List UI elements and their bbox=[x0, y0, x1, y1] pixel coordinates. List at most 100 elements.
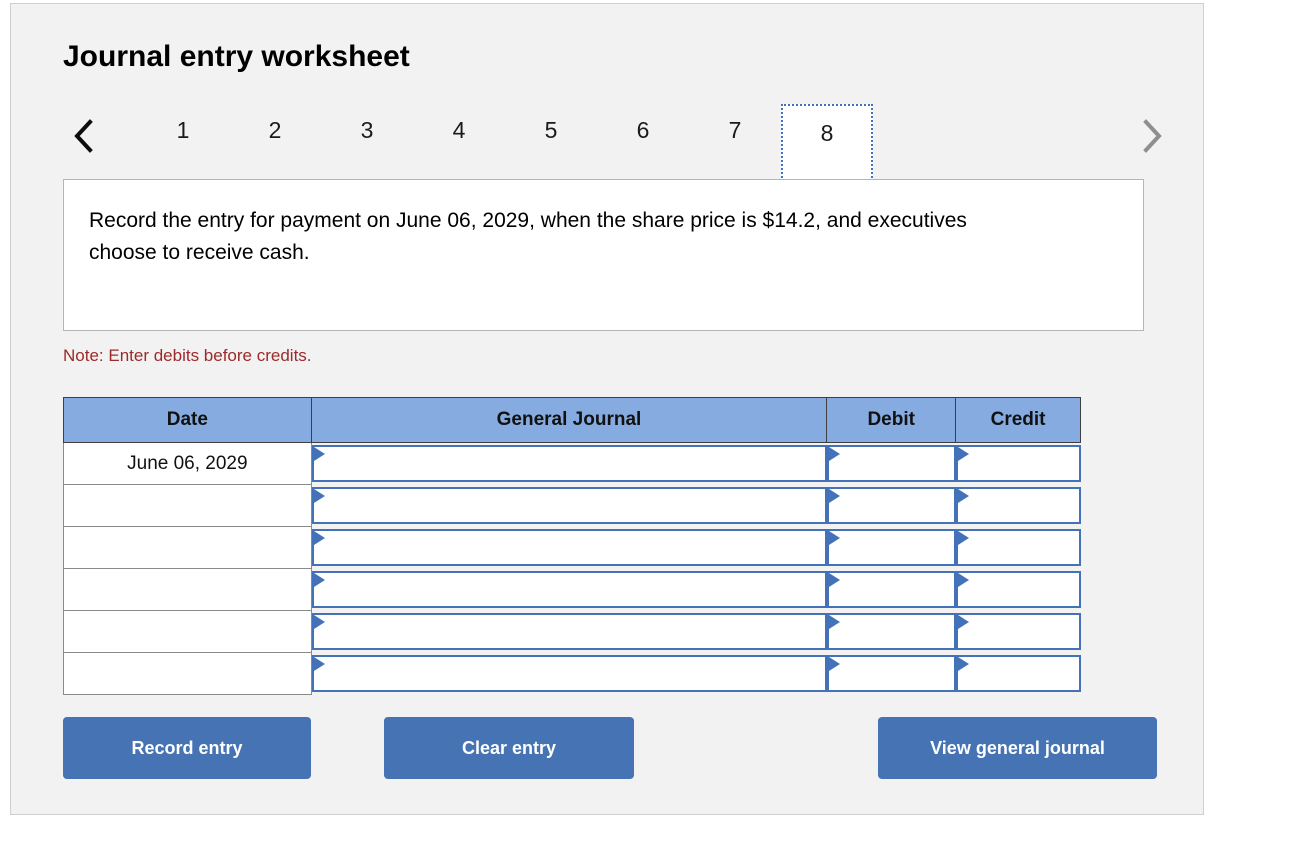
table-row bbox=[63, 652, 1081, 695]
chevron-left-icon bbox=[72, 119, 96, 153]
debit-field[interactable] bbox=[826, 613, 956, 650]
general-journal-cell bbox=[311, 443, 827, 485]
credit-field[interactable] bbox=[955, 655, 1081, 692]
general-journal-cell bbox=[311, 653, 827, 695]
dropdown-triangle-icon bbox=[828, 531, 840, 545]
credit-cell bbox=[955, 569, 1081, 611]
screenshot-root: Journal entry worksheet 1 2 3 4 5 6 7 8 … bbox=[0, 0, 1310, 862]
page-tab-4[interactable]: 4 bbox=[413, 110, 505, 150]
credit-input[interactable] bbox=[971, 447, 1077, 481]
general-journal-field[interactable] bbox=[311, 571, 827, 608]
debit-cell bbox=[826, 653, 956, 695]
dropdown-triangle-icon bbox=[957, 531, 969, 545]
credit-input[interactable] bbox=[971, 489, 1077, 522]
table-header-row: Date General Journal Debit Credit bbox=[63, 397, 1081, 443]
worksheet-card: Journal entry worksheet 1 2 3 4 5 6 7 8 … bbox=[10, 3, 1204, 815]
table-row bbox=[63, 484, 1081, 527]
table-row: June 06, 2029 bbox=[63, 442, 1081, 485]
credit-cell bbox=[955, 653, 1081, 695]
previous-page-button[interactable] bbox=[63, 112, 105, 160]
general-journal-cell bbox=[311, 611, 827, 653]
view-general-journal-button[interactable]: View general journal bbox=[878, 717, 1157, 779]
debit-cell bbox=[826, 485, 956, 527]
page-tab-2[interactable]: 2 bbox=[229, 110, 321, 150]
dropdown-triangle-icon bbox=[828, 657, 840, 671]
credit-cell bbox=[955, 527, 1081, 569]
credit-cell bbox=[955, 611, 1081, 653]
credit-input[interactable] bbox=[971, 573, 1077, 606]
general-journal-field[interactable] bbox=[311, 613, 827, 650]
page-number-list: 1 2 3 4 5 6 7 8 bbox=[137, 104, 873, 182]
page-tab-3[interactable]: 3 bbox=[321, 110, 413, 150]
debit-input[interactable] bbox=[842, 657, 952, 690]
dropdown-triangle-icon bbox=[313, 657, 325, 671]
page-tab-8[interactable]: 8 bbox=[781, 104, 873, 182]
credit-input[interactable] bbox=[971, 531, 1077, 564]
page-tab-7[interactable]: 7 bbox=[689, 110, 781, 150]
dropdown-triangle-icon bbox=[828, 447, 840, 462]
general-journal-input[interactable] bbox=[327, 615, 823, 648]
clear-entry-button[interactable]: Clear entry bbox=[384, 717, 634, 779]
debit-input[interactable] bbox=[842, 531, 952, 564]
general-journal-cell bbox=[311, 569, 827, 611]
debit-field[interactable] bbox=[826, 655, 956, 692]
credit-field[interactable] bbox=[955, 571, 1081, 608]
debit-field[interactable] bbox=[826, 529, 956, 566]
debit-field[interactable] bbox=[826, 445, 956, 483]
general-journal-field[interactable] bbox=[311, 445, 827, 483]
worksheet-pager: 1 2 3 4 5 6 7 8 bbox=[63, 104, 1173, 182]
date-cell bbox=[63, 484, 312, 527]
debit-cell bbox=[826, 443, 956, 485]
dropdown-triangle-icon bbox=[313, 531, 325, 545]
credit-cell bbox=[955, 485, 1081, 527]
dropdown-triangle-icon bbox=[313, 573, 325, 587]
general-journal-field[interactable] bbox=[311, 655, 827, 692]
debit-input[interactable] bbox=[842, 573, 952, 606]
dropdown-triangle-icon bbox=[313, 615, 325, 629]
debit-input[interactable] bbox=[842, 489, 952, 522]
general-journal-input[interactable] bbox=[327, 531, 823, 564]
general-journal-field[interactable] bbox=[311, 487, 827, 524]
instruction-text: Record the entry for payment on June 06,… bbox=[89, 209, 967, 264]
next-page-button[interactable] bbox=[1131, 112, 1173, 160]
dropdown-triangle-icon bbox=[957, 489, 969, 503]
record-entry-button[interactable]: Record entry bbox=[63, 717, 311, 779]
credit-input[interactable] bbox=[971, 657, 1077, 690]
date-cell bbox=[63, 652, 312, 695]
credit-field[interactable] bbox=[955, 487, 1081, 524]
page-tab-6[interactable]: 6 bbox=[597, 110, 689, 150]
debit-cell bbox=[826, 527, 956, 569]
debit-field[interactable] bbox=[826, 571, 956, 608]
general-journal-input[interactable] bbox=[327, 657, 823, 690]
page-tab-5[interactable]: 5 bbox=[505, 110, 597, 150]
general-journal-input[interactable] bbox=[327, 447, 823, 481]
date-cell bbox=[63, 568, 312, 611]
date-cell bbox=[63, 610, 312, 653]
page-tab-1[interactable]: 1 bbox=[137, 110, 229, 150]
dropdown-triangle-icon bbox=[828, 615, 840, 629]
column-header-general-journal: General Journal bbox=[310, 397, 828, 443]
general-journal-cell bbox=[311, 527, 827, 569]
general-journal-input[interactable] bbox=[327, 573, 823, 606]
credit-field[interactable] bbox=[955, 613, 1081, 650]
credit-field[interactable] bbox=[955, 445, 1081, 483]
debit-field[interactable] bbox=[826, 487, 956, 524]
journal-entry-table: Date General Journal Debit Credit June 0… bbox=[63, 397, 1081, 695]
debit-input[interactable] bbox=[842, 447, 952, 481]
dropdown-triangle-icon bbox=[828, 489, 840, 503]
credit-input[interactable] bbox=[971, 615, 1077, 648]
debit-cell bbox=[826, 611, 956, 653]
debit-input[interactable] bbox=[842, 615, 952, 648]
dropdown-triangle-icon bbox=[957, 657, 969, 671]
general-journal-input[interactable] bbox=[327, 489, 823, 522]
dropdown-triangle-icon bbox=[957, 447, 969, 462]
date-cell: June 06, 2029 bbox=[63, 442, 312, 485]
credit-field[interactable] bbox=[955, 529, 1081, 566]
column-header-debit: Debit bbox=[826, 397, 957, 443]
column-header-credit: Credit bbox=[955, 397, 1081, 443]
dropdown-triangle-icon bbox=[313, 447, 325, 462]
chevron-right-icon bbox=[1140, 119, 1164, 153]
table-row bbox=[63, 526, 1081, 569]
page-title: Journal entry worksheet bbox=[63, 40, 410, 73]
general-journal-field[interactable] bbox=[311, 529, 827, 566]
